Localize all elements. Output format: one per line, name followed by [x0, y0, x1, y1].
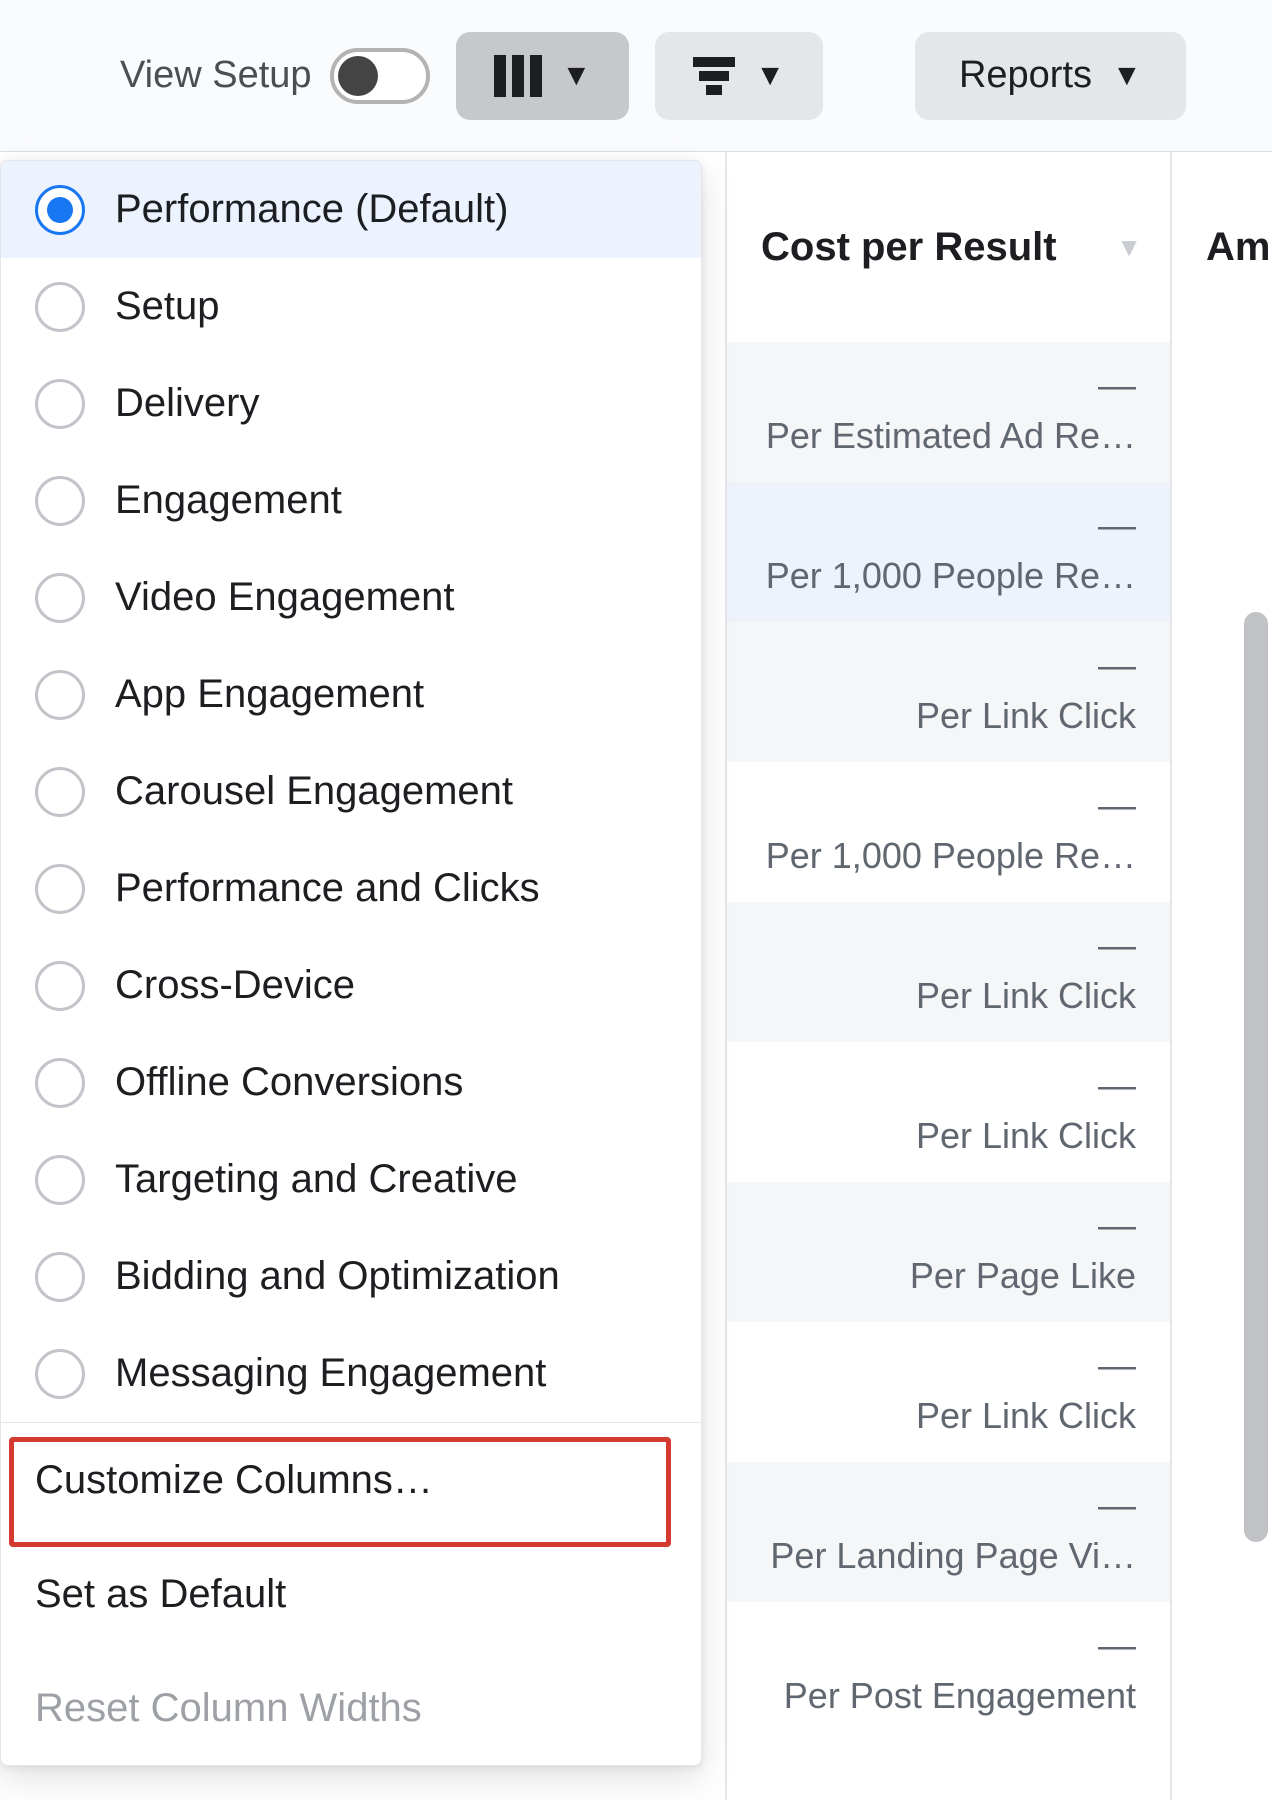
- option-label: Offline Conversions: [115, 1060, 463, 1105]
- cell-value: —: [1098, 367, 1136, 405]
- cell-value: —: [1098, 1347, 1136, 1385]
- option-label: App Engagement: [115, 672, 424, 717]
- table-row[interactable]: — Per Link Click: [727, 622, 1170, 762]
- preset-option-performance-default[interactable]: Performance (Default): [1, 161, 701, 258]
- customize-columns-action[interactable]: Customize Columns…: [1, 1423, 701, 1537]
- option-label: Performance (Default): [115, 187, 508, 232]
- column-header-label: Cost per Result: [761, 225, 1057, 270]
- option-label: Delivery: [115, 381, 259, 426]
- preset-option-app-engagement[interactable]: App Engagement: [1, 646, 701, 743]
- column-divider: [1170, 152, 1172, 1800]
- columns-dropdown-button[interactable]: ▼: [456, 32, 630, 120]
- preset-option-video-engagement[interactable]: Video Engagement: [1, 549, 701, 646]
- chevron-down-icon: ▼: [1112, 59, 1142, 93]
- table-row[interactable]: — Per Estimated Ad Re…: [727, 342, 1170, 482]
- preset-option-messaging-engagement[interactable]: Messaging Engagement: [1, 1325, 701, 1422]
- cell-subtext: Per Page Like: [910, 1255, 1136, 1297]
- view-setup-toggle[interactable]: [330, 48, 430, 104]
- cell-value: —: [1098, 927, 1136, 965]
- preset-option-offline-conversions[interactable]: Offline Conversions: [1, 1034, 701, 1131]
- option-label: Cross-Device: [115, 963, 355, 1008]
- chevron-down-icon: ▼: [755, 59, 785, 93]
- cell-subtext: Per Link Click: [916, 975, 1136, 1017]
- preset-option-cross-device[interactable]: Cross-Device: [1, 937, 701, 1034]
- table-rows: — Per Estimated Ad Re… — Per 1,000 Peopl…: [727, 342, 1170, 1800]
- table-row[interactable]: — Per 1,000 People Re…: [727, 482, 1170, 622]
- option-label: Video Engagement: [115, 575, 455, 620]
- cell-value: —: [1098, 1067, 1136, 1105]
- radio-icon: [35, 573, 85, 623]
- reports-label: Reports: [959, 54, 1092, 97]
- cell-value: —: [1098, 507, 1136, 545]
- set-as-default-action[interactable]: Set as Default: [1, 1537, 701, 1651]
- table-row[interactable]: — Per Link Click: [727, 1322, 1170, 1462]
- radio-icon: [35, 1252, 85, 1302]
- radio-icon: [35, 1058, 85, 1108]
- cell-value: —: [1098, 1487, 1136, 1525]
- column-header-label: Am: [1206, 225, 1270, 270]
- preset-option-performance-and-clicks[interactable]: Performance and Clicks: [1, 840, 701, 937]
- vertical-scrollbar[interactable]: [1244, 612, 1268, 1542]
- radio-icon: [35, 282, 85, 332]
- option-label: Carousel Engagement: [115, 769, 513, 814]
- columns-preset-dropdown: Performance (Default) Setup Delivery Eng…: [0, 160, 702, 1766]
- sort-icon[interactable]: ▼: [1116, 232, 1142, 263]
- action-label: Customize Columns…: [35, 1458, 433, 1503]
- table-row[interactable]: — Per Link Click: [727, 1042, 1170, 1182]
- view-setup-toggle-group: View Setup: [120, 48, 430, 104]
- radio-icon: [35, 670, 85, 720]
- cell-value: —: [1098, 1627, 1136, 1665]
- breakdown-icon: [693, 57, 735, 95]
- preset-option-carousel-engagement[interactable]: Carousel Engagement: [1, 743, 701, 840]
- table-row[interactable]: — Per Post Engagement: [727, 1602, 1170, 1742]
- view-setup-label: View Setup: [120, 54, 312, 97]
- cell-value: —: [1098, 647, 1136, 685]
- columns-icon: [494, 55, 542, 97]
- toolbar: View Setup ▼ ▼ Reports ▼: [0, 0, 1272, 152]
- radio-icon: [35, 379, 85, 429]
- cell-subtext: Per 1,000 People Re…: [766, 835, 1136, 877]
- cell-subtext: Per Link Click: [916, 695, 1136, 737]
- preset-option-delivery[interactable]: Delivery: [1, 355, 701, 452]
- column-header-amount-spent[interactable]: Am: [1172, 152, 1272, 342]
- table-row[interactable]: — Per 1,000 People Re…: [727, 762, 1170, 902]
- breakdown-dropdown-button[interactable]: ▼: [655, 32, 823, 120]
- cell-subtext: Per Landing Page Vi…: [770, 1535, 1136, 1577]
- chevron-down-icon: ▼: [562, 59, 592, 93]
- cell-value: —: [1098, 1207, 1136, 1245]
- option-label: Setup: [115, 284, 220, 329]
- cell-value: —: [1098, 787, 1136, 825]
- radio-icon: [35, 185, 85, 235]
- radio-icon: [35, 961, 85, 1011]
- preset-option-setup[interactable]: Setup: [1, 258, 701, 355]
- column-header-cost-per-result[interactable]: Cost per Result ▼: [727, 152, 1170, 342]
- action-label: Reset Column Widths: [35, 1686, 422, 1731]
- radio-icon: [35, 1155, 85, 1205]
- cell-subtext: Per Estimated Ad Re…: [766, 415, 1136, 457]
- radio-icon: [35, 1349, 85, 1399]
- action-label: Set as Default: [35, 1572, 286, 1617]
- cell-subtext: Per Link Click: [916, 1395, 1136, 1437]
- option-label: Targeting and Creative: [115, 1157, 517, 1202]
- reset-column-widths-action[interactable]: Reset Column Widths: [1, 1651, 701, 1765]
- preset-option-targeting-and-creative[interactable]: Targeting and Creative: [1, 1131, 701, 1228]
- table-row[interactable]: — Per Link Click: [727, 902, 1170, 1042]
- preset-option-bidding-and-optimization[interactable]: Bidding and Optimization: [1, 1228, 701, 1325]
- toggle-knob: [338, 56, 378, 96]
- cell-subtext: Per Post Engagement: [784, 1675, 1136, 1717]
- option-label: Messaging Engagement: [115, 1351, 546, 1396]
- table-row[interactable]: — Per Landing Page Vi…: [727, 1462, 1170, 1602]
- cell-subtext: Per 1,000 People Re…: [766, 555, 1136, 597]
- table-row[interactable]: — Per Page Like: [727, 1182, 1170, 1322]
- option-label: Performance and Clicks: [115, 866, 540, 911]
- preset-option-engagement[interactable]: Engagement: [1, 452, 701, 549]
- radio-icon: [35, 864, 85, 914]
- cell-subtext: Per Link Click: [916, 1115, 1136, 1157]
- radio-icon: [35, 767, 85, 817]
- radio-icon: [35, 476, 85, 526]
- option-label: Engagement: [115, 478, 342, 523]
- reports-dropdown-button[interactable]: Reports ▼: [915, 32, 1186, 120]
- option-label: Bidding and Optimization: [115, 1254, 560, 1299]
